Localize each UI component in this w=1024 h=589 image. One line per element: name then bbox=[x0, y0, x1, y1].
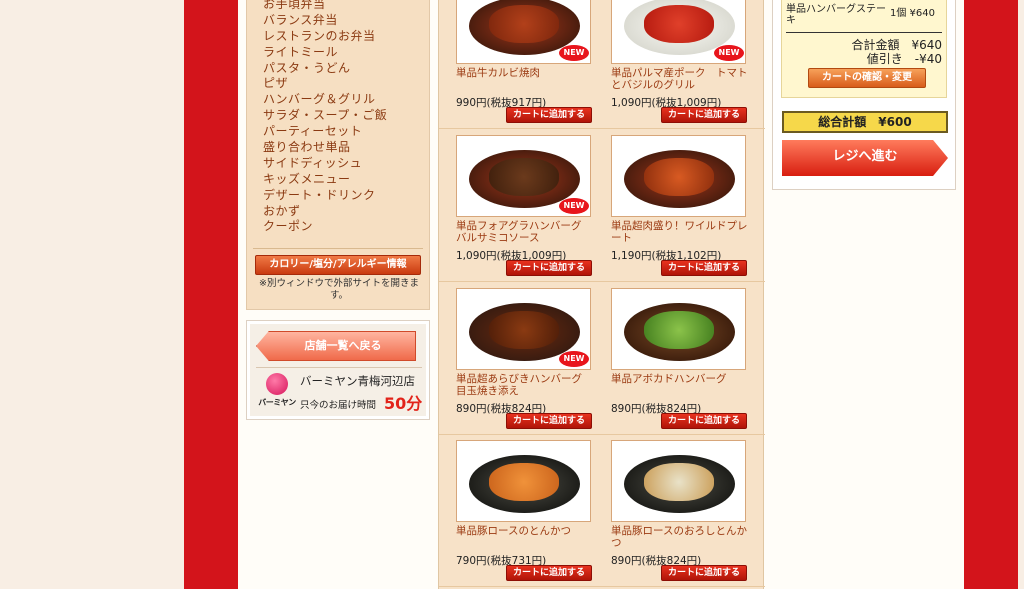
category-link[interactable]: ライトミール bbox=[263, 45, 387, 61]
food bbox=[489, 463, 559, 501]
product-photo[interactable] bbox=[456, 440, 591, 522]
food bbox=[489, 158, 559, 196]
new-badge: NEW bbox=[559, 351, 589, 367]
category-link[interactable]: お手頃弁当 bbox=[263, 0, 387, 13]
category-link[interactable]: サイドディッシュ bbox=[263, 156, 387, 172]
product-name[interactable]: 単品パルマ産ポーク トマトとバジルのグリル bbox=[611, 67, 756, 91]
add-to-cart-button[interactable]: カートに追加する bbox=[506, 260, 592, 276]
store-divider bbox=[256, 367, 422, 368]
product-photo[interactable] bbox=[611, 440, 746, 522]
food bbox=[644, 311, 714, 349]
cart-summary: 単品ハンバーグステーキ 1個 ¥640 合計金額 ¥640 値引き -¥40 カ… bbox=[781, 0, 947, 98]
calorie-info-button[interactable]: カロリー/塩分/アレルギー情報 bbox=[255, 255, 421, 275]
product-name[interactable]: 単品超あらびきハンバーグ 目玉焼き添え bbox=[456, 373, 601, 397]
category-link[interactable]: クーポン bbox=[263, 219, 387, 235]
store-name: バーミヤン青梅河辺店 bbox=[300, 374, 415, 388]
product-name[interactable]: 単品豚ロースのおろしとんかつ bbox=[611, 525, 756, 549]
sidebar-divider bbox=[253, 248, 423, 249]
grand-total: 総合計額 ¥600 bbox=[782, 111, 948, 133]
external-site-note: ※別ウィンドウで外部サイトを開きます。 bbox=[259, 278, 419, 301]
page-background-left bbox=[0, 0, 184, 589]
product-photo[interactable] bbox=[611, 135, 746, 217]
product-photo[interactable]: NEW bbox=[456, 135, 591, 217]
category-link[interactable]: ピザ bbox=[263, 76, 387, 92]
category-sidebar: お手頃弁当 バランス弁当 レストランのお弁当 ライトミール パスタ・うどん ピザ… bbox=[246, 0, 430, 310]
row-divider bbox=[439, 586, 765, 587]
food bbox=[489, 311, 559, 349]
cart-item-name: 単品ハンバーグステーキ bbox=[786, 4, 886, 26]
category-link[interactable]: パーティーセット bbox=[263, 124, 387, 140]
page-background-right bbox=[1018, 0, 1024, 589]
cart-item-quantity: 1個 ¥640 bbox=[890, 8, 935, 19]
store-logo: バーミヤン bbox=[258, 373, 296, 411]
cart-panel: 単品ハンバーグステーキ 1個 ¥640 合計金額 ¥640 値引き -¥40 カ… bbox=[772, 0, 956, 190]
category-link[interactable]: 盛り合わせ単品 bbox=[263, 140, 387, 156]
food bbox=[644, 158, 714, 196]
new-badge: NEW bbox=[714, 45, 744, 61]
product-grid: NEW 単品牛カルビ焼肉 990円(税抜917円) カートに追加する NEW 単… bbox=[438, 0, 765, 589]
food bbox=[644, 5, 714, 43]
checkout-button[interactable]: レジへ進む bbox=[782, 140, 948, 176]
category-list: お手頃弁当 バランス弁当 レストランのお弁当 ライトミール パスタ・うどん ピザ… bbox=[263, 0, 387, 235]
cart-discount: 値引き -¥40 bbox=[866, 52, 942, 66]
product-name[interactable]: 単品牛カルビ焼肉 bbox=[456, 67, 601, 80]
logo-wordmark: バーミヤン bbox=[258, 398, 296, 407]
add-to-cart-button[interactable]: カートに追加する bbox=[506, 413, 592, 429]
product-name[interactable]: 単品豚ロースのとんかつ bbox=[456, 525, 601, 538]
row-divider bbox=[439, 281, 765, 282]
store-panel-inner: 店舗一覧へ戻る バーミヤン バーミヤン青梅河辺店 只今のお届け時間 50分 bbox=[250, 324, 426, 416]
category-link[interactable]: キッズメニュー bbox=[263, 172, 387, 188]
product-photo[interactable]: NEW bbox=[611, 0, 746, 64]
new-badge: NEW bbox=[559, 198, 589, 214]
back-to-store-list-button[interactable]: 店舗一覧へ戻る bbox=[256, 331, 416, 361]
add-to-cart-button[interactable]: カートに追加する bbox=[506, 565, 592, 581]
category-link[interactable]: おかず bbox=[263, 204, 387, 220]
add-to-cart-button[interactable]: カートに追加する bbox=[661, 107, 747, 123]
add-to-cart-button[interactable]: カートに追加する bbox=[661, 413, 747, 429]
category-link[interactable]: レストランのお弁当 bbox=[263, 29, 387, 45]
delivery-time-label: 只今のお届け時間 bbox=[300, 400, 377, 411]
food bbox=[644, 463, 714, 501]
add-to-cart-button[interactable]: カートに追加する bbox=[661, 260, 747, 276]
category-link[interactable]: デザート・ドリンク bbox=[263, 188, 387, 204]
category-link[interactable]: ハンバーグ＆グリル bbox=[263, 92, 387, 108]
food bbox=[489, 5, 559, 43]
add-to-cart-button[interactable]: カートに追加する bbox=[506, 107, 592, 123]
row-divider bbox=[439, 128, 765, 129]
product-photo[interactable]: NEW bbox=[456, 288, 591, 370]
add-to-cart-button[interactable]: カートに追加する bbox=[661, 565, 747, 581]
category-link[interactable]: バランス弁当 bbox=[263, 13, 387, 29]
product-photo[interactable] bbox=[611, 288, 746, 370]
category-link[interactable]: サラダ・スープ・ご飯 bbox=[263, 108, 387, 124]
product-name[interactable]: 単品フォアグラハンバーグ バルサミコソース bbox=[456, 220, 601, 244]
product-photo[interactable]: NEW bbox=[456, 0, 591, 64]
peach-logo-icon bbox=[266, 373, 288, 395]
page-border-right bbox=[964, 0, 1018, 589]
delivery-time-value: 50分 bbox=[384, 394, 423, 413]
category-link[interactable]: パスタ・うどん bbox=[263, 61, 387, 77]
cart-confirm-button[interactable]: カートの確認・変更 bbox=[808, 68, 926, 88]
row-divider bbox=[439, 434, 765, 435]
new-badge: NEW bbox=[559, 45, 589, 61]
product-name[interactable]: 単品アボカドハンバーグ bbox=[611, 373, 756, 386]
store-panel: 店舗一覧へ戻る バーミヤン バーミヤン青梅河辺店 只今のお届け時間 50分 bbox=[246, 320, 430, 420]
product-name[interactable]: 単品超肉盛り！ワイルドプレート bbox=[611, 220, 756, 244]
cart-divider bbox=[786, 32, 942, 33]
page-border-left bbox=[184, 0, 238, 589]
